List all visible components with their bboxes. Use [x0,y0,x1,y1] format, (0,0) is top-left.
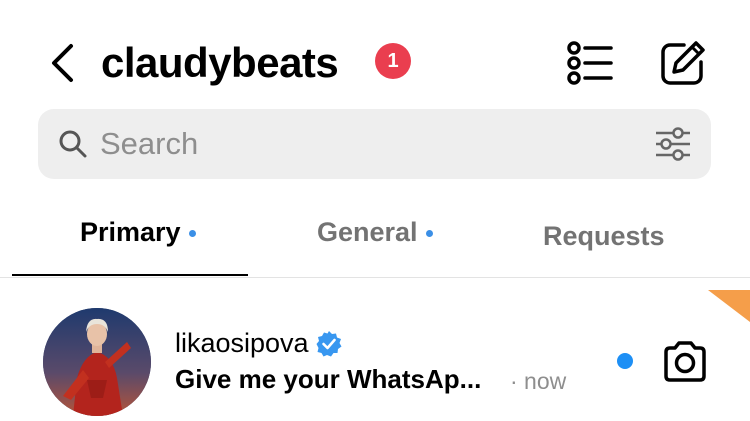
back-button[interactable] [40,40,84,86]
search-input[interactable] [100,121,620,167]
tab-unread-dot [425,230,433,237]
avatar-photo [43,308,151,416]
thread-username-row: likaosipova [175,328,343,359]
tab-unread-dot [188,230,196,237]
camera-icon [664,341,706,382]
notification-badge: 1 [375,43,411,79]
verified-badge-icon [316,330,342,356]
compose-button[interactable] [656,38,710,88]
unread-indicator [617,353,633,369]
thread-timestamp: · now [510,368,567,394]
thread-username: likaosipova [175,328,309,358]
corner-flag [708,290,750,322]
tab-label: Requests [543,220,665,251]
camera-button[interactable] [660,340,710,384]
tab-label: Primary [80,216,181,247]
tab-label: General [317,216,418,247]
search-bar[interactable] [38,109,711,179]
account-username[interactable]: claudybeats [101,38,339,88]
header-bar: claudybeats 1 [0,28,750,98]
compose-icon [661,41,705,85]
tabs-divider [0,277,750,278]
search-icon [59,130,87,158]
tab-general[interactable]: General [317,212,433,252]
filter-sliders-icon[interactable] [653,125,693,163]
inbox-tabs: Primary General Requests [0,200,750,278]
list-button[interactable] [563,38,617,88]
tab-primary[interactable]: Primary [80,212,196,252]
tab-requests[interactable]: Requests [543,216,665,256]
chevron-left-icon [52,44,73,82]
active-tab-indicator [12,274,248,276]
thread-message-preview: Give me your WhatsAp... [175,364,482,394]
avatar[interactable] [43,308,151,416]
list-icon [567,41,613,85]
list-item[interactable]: likaosipova Give me your WhatsAp... · no… [0,290,750,421]
